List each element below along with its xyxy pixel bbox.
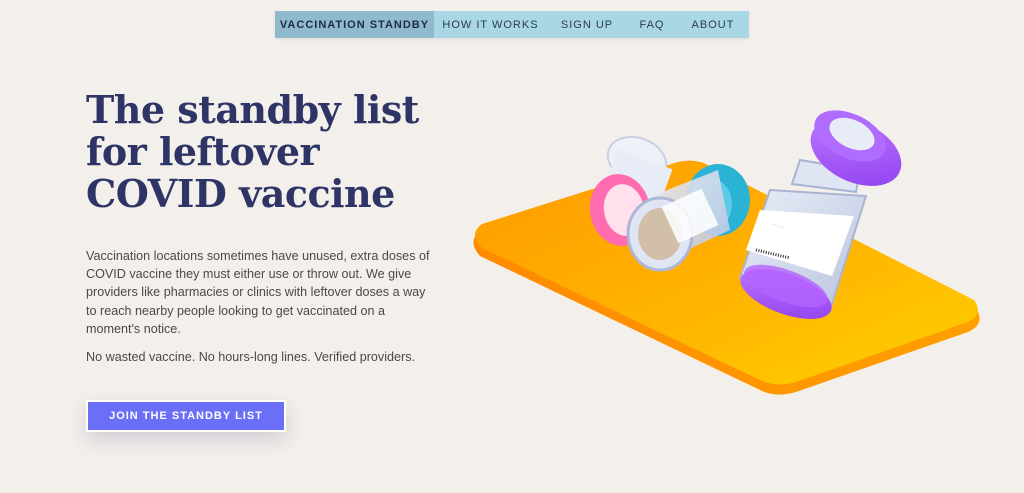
nav-faq-link[interactable]: FAQ — [627, 11, 677, 38]
hero-tagline: No wasted vaccine. No hours-long lines. … — [86, 350, 415, 364]
join-standby-list-button[interactable]: JOIN THE STANDBY LIST — [86, 400, 286, 432]
top-nav: VACCINATION STANDBY HOW IT WORKS SIGN UP… — [275, 11, 749, 38]
hero-title-line-1: The standby list — [86, 87, 419, 132]
nav-how-it-works-link[interactable]: HOW IT WORKS — [434, 11, 547, 38]
vaccine-vials-illustration: ·· ·· — [473, 110, 980, 395]
nav-sign-up-link[interactable]: SIGN UP — [547, 11, 627, 38]
hero-title-line-3: COVID vaccine — [86, 171, 395, 216]
hero-description: Vaccination locations sometimes have unu… — [86, 249, 430, 336]
hero-title: The standby list for leftover COVID vacc… — [86, 89, 446, 215]
nav-about-link[interactable]: ABOUT — [677, 11, 749, 38]
nav-brand-link[interactable]: VACCINATION STANDBY — [275, 11, 434, 38]
hero-title-line-2: for leftover — [86, 129, 320, 174]
